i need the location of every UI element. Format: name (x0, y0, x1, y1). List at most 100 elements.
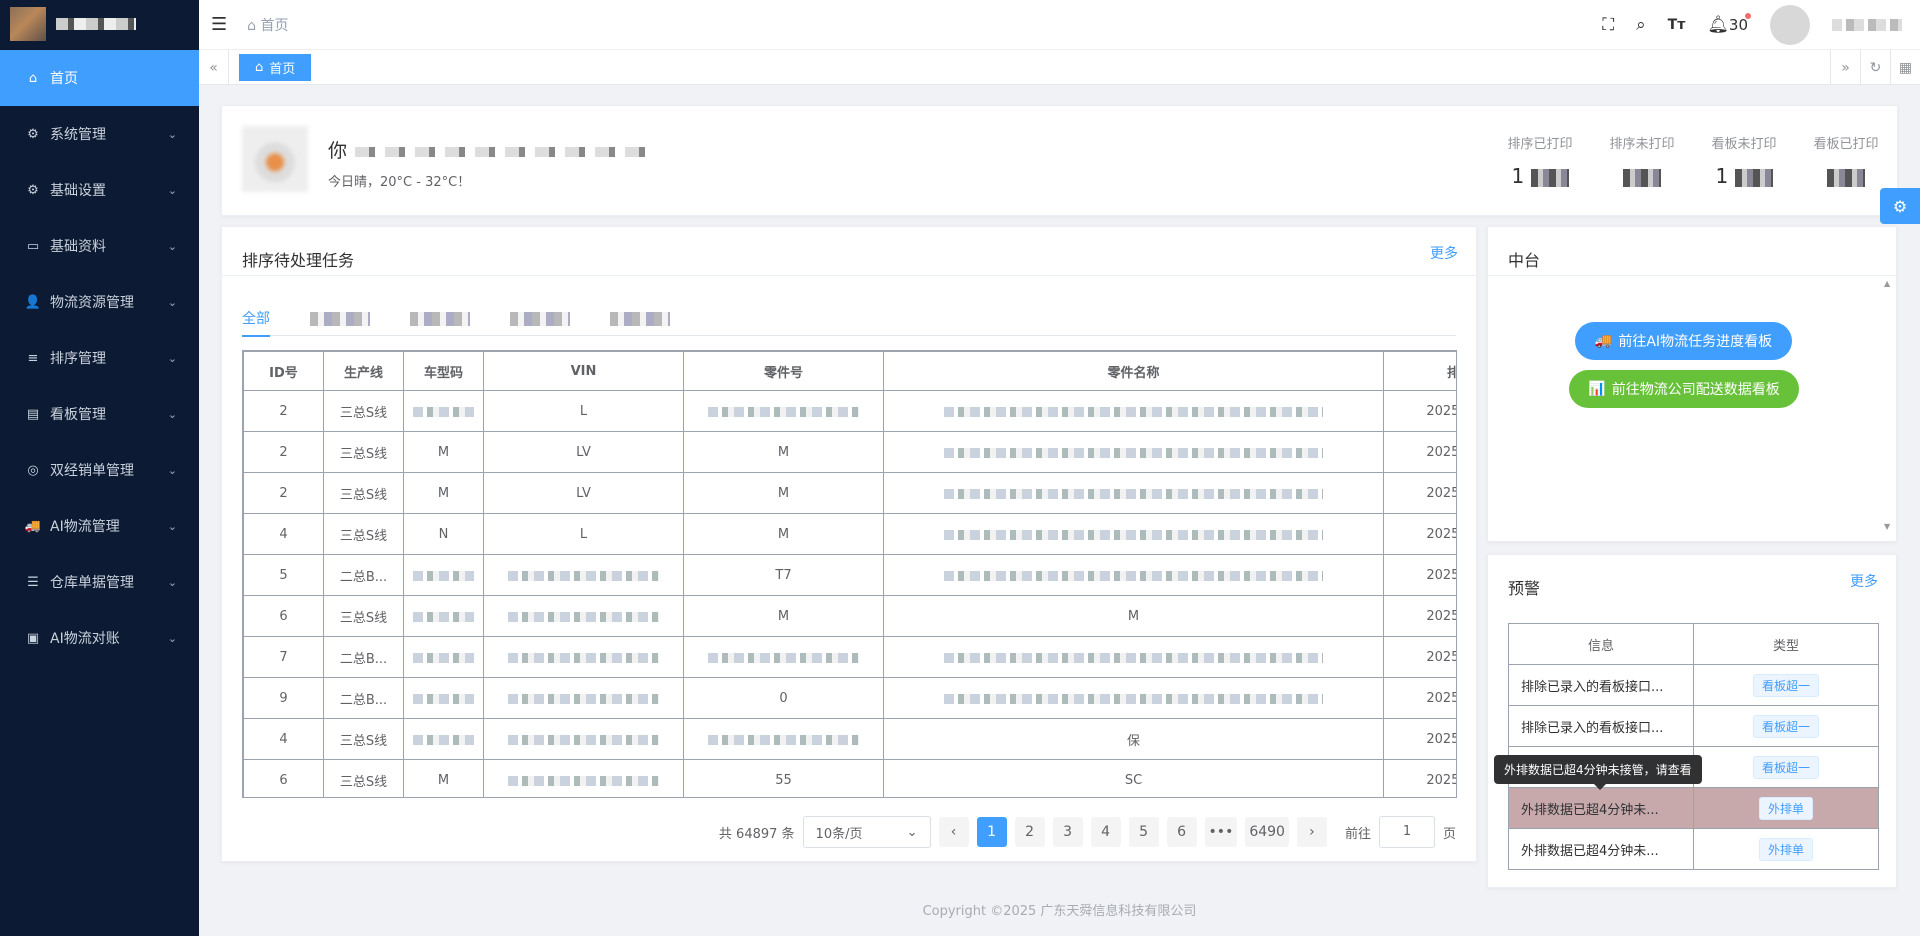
warning-info: 外排数据已超4分钟未... (1508, 828, 1694, 870)
next-page-button[interactable]: › (1296, 817, 1327, 847)
goto-input[interactable]: 1 (1378, 816, 1435, 848)
menu-icon: ▤ (26, 406, 40, 422)
sidebar-item-label: 看板管理 (50, 407, 106, 423)
table-cell (483, 636, 684, 678)
total-count: 共 64897 条 (718, 826, 795, 842)
table-row[interactable]: 2三总S线MLVM2025-10 (243, 472, 1456, 514)
table-cell: M (883, 595, 1384, 637)
table-cell (483, 554, 684, 596)
table-cell (483, 677, 684, 719)
col-type: 类型 (1693, 623, 1879, 665)
table-cell (483, 718, 684, 760)
table-row[interactable]: 6三总S线M 55SC2025-10 (243, 759, 1456, 797)
page-button[interactable]: 6490 (1245, 817, 1289, 847)
more-link[interactable]: 更多 (1430, 243, 1458, 263)
sidebar-item-8[interactable]: 🚚 AI物流管理 ⌄ (0, 498, 199, 554)
page-button[interactable]: 3 (1052, 817, 1083, 847)
sidebar-item-label: 基础设置 (50, 183, 106, 199)
user-name[interactable] (1832, 19, 1902, 31)
warning-card: 预警 更多 信息 类型 排除已录入的看板接口... 看板超一 排除已录入的看板接口..… (1487, 554, 1897, 888)
chevron-down-icon: ⌄ (167, 575, 177, 589)
grid-menu-icon[interactable]: ▦ (1890, 50, 1920, 85)
table-cell: 三总S线 (323, 595, 404, 637)
menu-icon: 👤 (24, 294, 42, 310)
delivery-board-button[interactable]: 📊 前往物流公司配送数据看板 (1569, 370, 1799, 408)
goto-label: 前往 (1344, 826, 1371, 842)
table-cell: 2025-10 (1383, 595, 1456, 637)
stat-label: 排序未打印 (1609, 137, 1675, 152)
refresh-icon[interactable]: ↻ (1860, 50, 1890, 85)
footer-copyright: Copyright ©2025 广东天舜信息科技有限公司 (922, 904, 1197, 919)
fullscreen-icon[interactable]: ⛶ (1602, 15, 1614, 35)
menu-icon: ▭ (26, 238, 40, 254)
tab-3[interactable] (410, 302, 470, 336)
tasks-table: ID号生产线车型码VIN零件号零件名称排 2三总S线L2025-102三总S线M… (242, 350, 1457, 798)
table-cell: M (403, 759, 484, 797)
table-cell: 2025-10 (1383, 718, 1456, 760)
table-row[interactable]: 6三总S线MM2025-10 (243, 595, 1456, 637)
warning-row[interactable]: 排除已录入的看板接口... 看板超一 (1508, 705, 1879, 747)
page-size-select[interactable]: 10条/页 ⌄ (802, 816, 931, 848)
more-link[interactable]: 更多 (1850, 571, 1878, 591)
hamburger-icon[interactable]: ☰ (211, 14, 227, 35)
chevron-down-icon: ⌄ (167, 183, 177, 197)
sort-tasks-card: 排序待处理任务 更多 全部 ID号生产线车型码VIN零件号零件名称排 2三总S线… (221, 226, 1477, 862)
sidebar-item-3[interactable]: ▭ 基础资料 ⌄ (0, 218, 199, 274)
warning-row[interactable]: 外排数据已超4分钟未... 外排单 (1508, 787, 1879, 829)
tab-4[interactable] (510, 302, 570, 336)
table-cell: 2025-10 (1383, 472, 1456, 514)
menu-icon: 🚚 (24, 518, 42, 534)
tab-2[interactable] (310, 302, 370, 336)
page-button[interactable]: 2 (1014, 817, 1045, 847)
sidebar-item-label: 物流资源管理 (50, 295, 134, 311)
table-row[interactable]: 4三总S线 保2025-10 (243, 718, 1456, 760)
sidebar-item-10[interactable]: ▣ AI物流对账 ⌄ (0, 610, 199, 666)
scroll-right-icon[interactable]: » (1830, 50, 1860, 85)
font-size-icon[interactable]: Tт (1668, 17, 1686, 33)
table-cell: 2025-10 (1383, 513, 1456, 555)
sidebar-item-5[interactable]: ≡ 排序管理 ⌄ (0, 330, 199, 386)
sidebar-item-6[interactable]: ▤ 看板管理 ⌄ (0, 386, 199, 442)
card-title: 中台 (1508, 251, 1541, 270)
prev-page-button[interactable]: ‹ (938, 817, 969, 847)
page-button[interactable]: ••• (1204, 817, 1238, 847)
table-cell: 三总S线 (323, 431, 404, 473)
settings-gear-icon[interactable]: ⚙ (1880, 188, 1920, 224)
table-cell (883, 554, 1384, 596)
table-cell (483, 759, 684, 797)
avatar[interactable] (1770, 5, 1810, 45)
tag-home[interactable]: ⌂ 首页 (239, 54, 312, 81)
sidebar-item-7[interactable]: ◎ 双经销单管理 ⌄ (0, 442, 199, 498)
table-row[interactable]: 9二总B... 0 2025-10 (243, 677, 1456, 719)
page-button[interactable]: 4 (1090, 817, 1121, 847)
warning-type-tag: 看板超一 (1752, 755, 1819, 779)
scroll-left-icon[interactable]: « (199, 50, 229, 85)
sidebar-item-4[interactable]: 👤 物流资源管理 ⌄ (0, 274, 199, 330)
page-button[interactable]: 1 (976, 817, 1007, 847)
table-row[interactable]: 4三总S线NLM 2025-10 (243, 513, 1456, 555)
sidebar-item-1[interactable]: ⚙ 系统管理 ⌄ (0, 106, 199, 162)
sidebar-item-2[interactable]: ⚙ 基础设置 ⌄ (0, 162, 199, 218)
sidebar-item-9[interactable]: ☰ 仓库单据管理 ⌄ (0, 554, 199, 610)
warning-row[interactable]: 外排数据已超4分钟未... 外排单 (1508, 828, 1879, 870)
ai-task-board-button[interactable]: 🚚 前往AI物流任务进度看板 (1575, 322, 1792, 360)
search-icon[interactable]: ⌕ (1636, 15, 1646, 35)
table-cell (883, 513, 1384, 555)
bell-icon[interactable]: 🔔︎ 30 (1707, 13, 1751, 35)
table-row[interactable]: 2三总S线 L 2025-10 (243, 390, 1456, 432)
scrollbar[interactable]: ▲ ▼ (1884, 279, 1892, 537)
table-row[interactable]: 2三总S线MLVM2025-10 (243, 431, 1456, 473)
warning-row[interactable]: 排除已录入的看板接口... 看板超一 (1508, 664, 1879, 706)
tab-5[interactable] (610, 302, 670, 336)
table-row[interactable]: 7二总B... 2025-10 (243, 636, 1456, 678)
table-cell: 三总S线 (323, 718, 404, 760)
page-button[interactable]: 5 (1128, 817, 1159, 847)
chevron-down-icon: ⌄ (167, 295, 177, 309)
sidebar-item-0[interactable]: ⌂ 首页 (0, 50, 199, 106)
page-button[interactable]: 6 (1166, 817, 1197, 847)
table-cell (683, 390, 884, 432)
tab-all[interactable]: 全部 (242, 302, 270, 337)
table-cell: L (483, 513, 684, 555)
table-cell: 4 (243, 513, 324, 555)
table-row[interactable]: 5二总B... T7 2025-10 (243, 554, 1456, 596)
